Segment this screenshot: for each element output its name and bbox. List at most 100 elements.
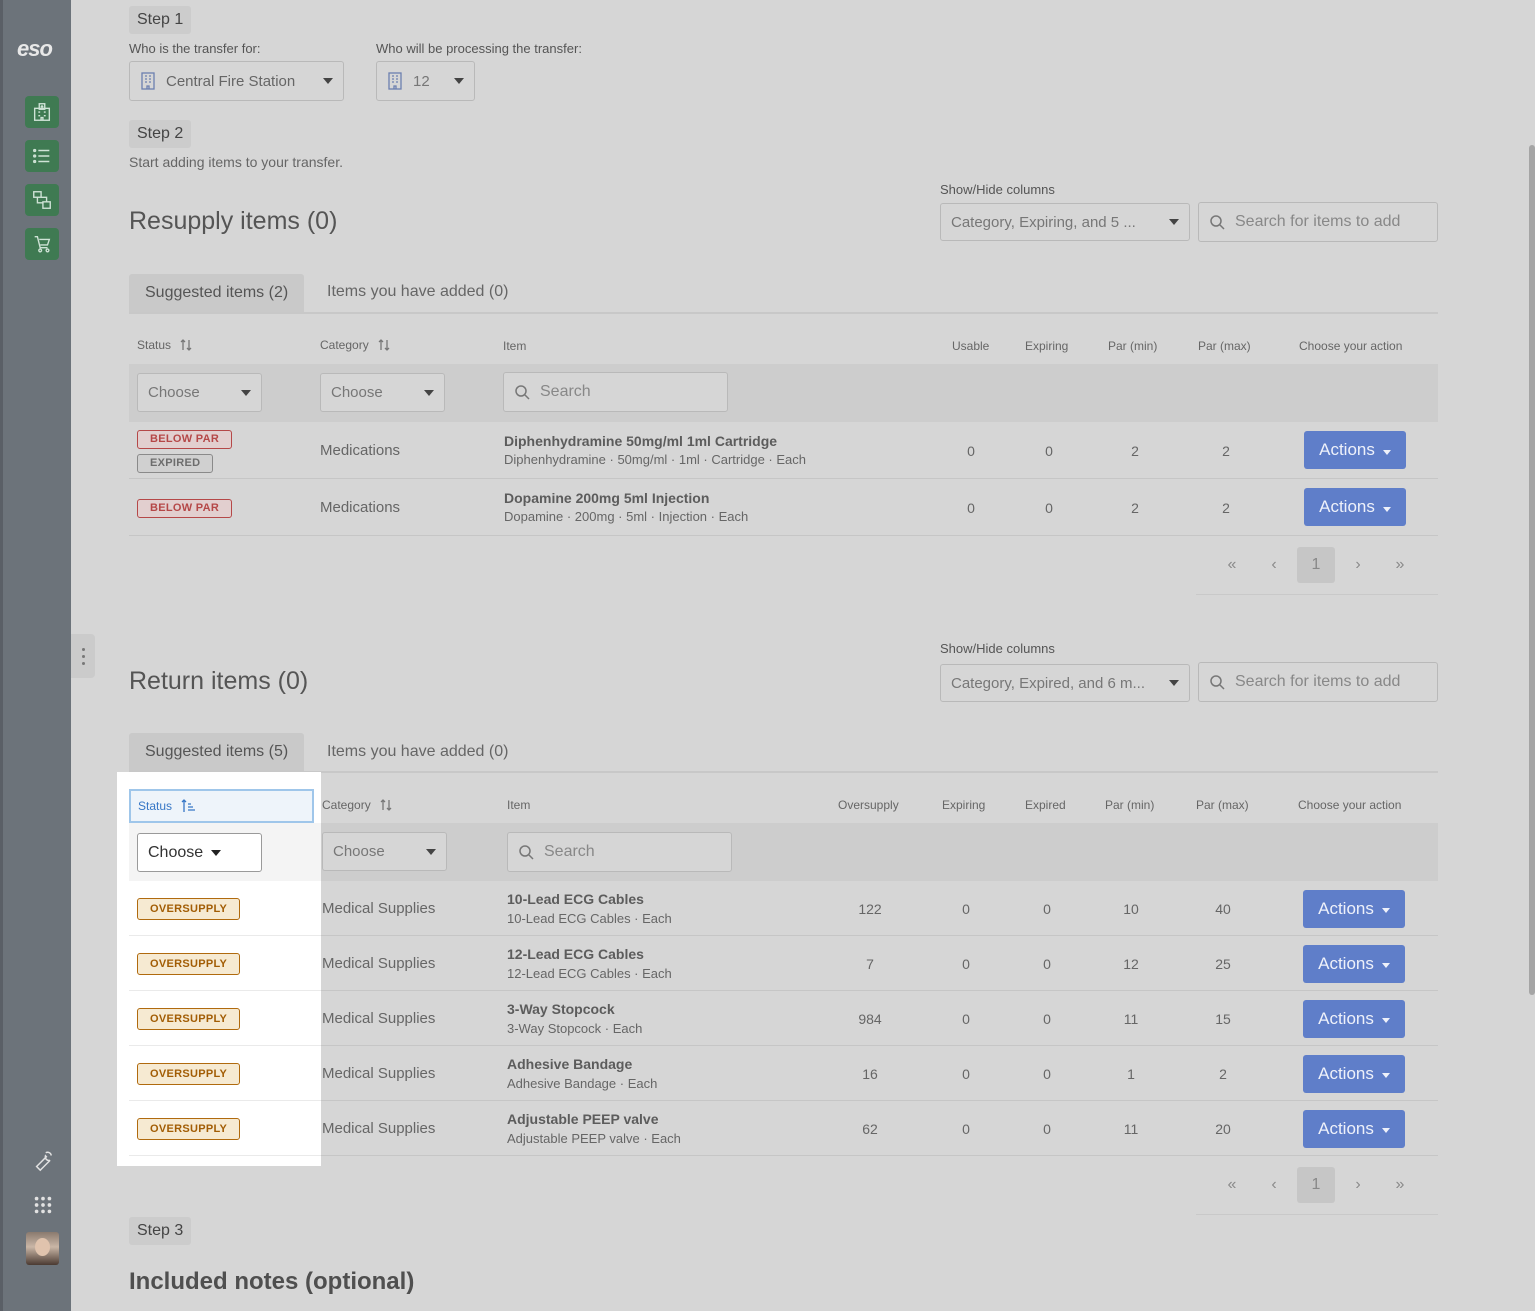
processing-select[interactable]: 12 (376, 61, 475, 101)
tab-resupply-added[interactable]: Items you have added (0) (311, 273, 524, 311)
return-add-search[interactable]: Search for items to add (1198, 662, 1438, 702)
apps-grid-icon[interactable] (29, 1191, 57, 1219)
th-status-label: Status (137, 338, 172, 352)
th-par-max: Par (max) (1196, 798, 1249, 812)
resupply-status-filter[interactable]: Choose (137, 373, 262, 412)
resupply-item-filter[interactable]: Search (503, 372, 728, 412)
return-item-filter[interactable]: Search (507, 832, 732, 872)
return-columns-label: Show/Hide columns (940, 641, 1055, 656)
actions-button[interactable]: Actions (1303, 889, 1405, 928)
th-status-label: Status (138, 799, 173, 813)
row-category: Medical Supplies (322, 899, 436, 917)
row-item-title: Dopamine 200mg 5ml Injection (504, 490, 710, 506)
th-status-sorted[interactable]: Status (129, 789, 314, 823)
resupply-category-filter[interactable]: Choose (320, 373, 445, 412)
row-divider (129, 1155, 321, 1156)
row-expiring: 0 (962, 1120, 970, 1137)
chevron-down-icon (424, 389, 434, 396)
actions-button[interactable]: Actions (1303, 944, 1405, 983)
last-page-button[interactable]: » (1379, 547, 1421, 583)
tab-return-suggested[interactable]: Suggested items (5) (129, 733, 305, 771)
actions-button[interactable]: Actions (1304, 431, 1406, 469)
actions-button[interactable]: Actions (1303, 1109, 1405, 1148)
th-item: Item (507, 798, 531, 812)
row-divider (129, 990, 321, 991)
page-number-button[interactable]: 1 (1297, 1167, 1335, 1203)
first-page-button[interactable]: « (1211, 1167, 1253, 1203)
return-columns-select[interactable]: Category, Expired, and 6 m... (940, 664, 1190, 702)
transfer-for-value: Central Fire Station (166, 72, 296, 90)
transfer-for-label: Who is the transfer for: (129, 41, 261, 56)
search-icon (1210, 675, 1225, 690)
building-icon (388, 72, 402, 90)
last-page-button[interactable]: » (1379, 1167, 1421, 1203)
status-badge: EXPIRED (137, 454, 214, 473)
status-badge: OVERSUPPLY (137, 1062, 241, 1085)
user-avatar[interactable] (26, 1232, 59, 1265)
next-page-button[interactable]: › (1337, 547, 1379, 583)
status-badge: BELOW PAR (137, 499, 233, 518)
th-par-max: Par (max) (1198, 339, 1251, 353)
next-page-button[interactable]: › (1337, 1167, 1379, 1203)
actions-button[interactable]: Actions (1304, 488, 1406, 526)
chevron-down-icon (241, 389, 251, 396)
row-par-max: 40 (1215, 900, 1231, 917)
prev-page-button[interactable]: ‹ (1253, 547, 1295, 583)
row-oversupply: 984 (858, 1010, 882, 1027)
th-par-min: Par (min) (1108, 339, 1158, 353)
status-badge: OVERSUPPLY (137, 1007, 241, 1030)
return-status-filter[interactable]: Choose (137, 833, 262, 872)
row-category: Medical Supplies (322, 954, 436, 972)
row-usable: 0 (967, 500, 975, 516)
chevron-down-icon (1169, 219, 1179, 225)
th-category[interactable]: Category (320, 338, 391, 352)
chevron-down-icon (1169, 680, 1179, 686)
row-item-subtitle: Adjustable PEEP valve · Each (507, 1130, 681, 1146)
tabs-divider (129, 312, 1438, 314)
actions-button[interactable]: Actions (1303, 1054, 1405, 1093)
row-par-max: 25 (1215, 955, 1231, 972)
resupply-columns-select[interactable]: Category, Expiring, and 5 ... (940, 203, 1190, 241)
th-status[interactable]: Status (137, 338, 193, 352)
sidebar-collapse-handle[interactable] (71, 634, 95, 678)
chevron-down-icon (211, 849, 222, 856)
row-item-subtitle: 3-Way Stopcock · Each (507, 1020, 643, 1036)
tab-return-added[interactable]: Items you have added (0) (311, 733, 524, 771)
hospital-grid-icon[interactable] (25, 96, 59, 128)
transfer-for-select[interactable]: Central Fire Station (129, 61, 344, 101)
tab-resupply-suggested[interactable]: Suggested items (2) (129, 274, 305, 312)
row-oversupply: 122 (858, 900, 882, 917)
transfer-icon[interactable] (25, 184, 59, 216)
return-add-search-placeholder: Search for items to add (1235, 673, 1401, 690)
row-usable: 0 (967, 443, 975, 459)
row-expired: 0 (1043, 1010, 1051, 1027)
wrench-icon[interactable] (29, 1147, 57, 1175)
row-category: Medical Supplies (322, 1064, 436, 1082)
row-par-min: 11 (1123, 1120, 1139, 1137)
prev-page-button[interactable]: ‹ (1253, 1167, 1295, 1203)
step-1-label: Step 1 (129, 6, 192, 34)
row-oversupply: 62 (862, 1120, 878, 1137)
th-category[interactable]: Category (322, 798, 393, 812)
row-divider (129, 1100, 321, 1101)
th-expiring: Expiring (942, 798, 986, 812)
cart-icon[interactable] (25, 228, 59, 260)
return-category-filter[interactable]: Choose (322, 832, 447, 871)
row-divider (129, 990, 1438, 991)
first-page-button[interactable]: « (1211, 547, 1253, 583)
page-number-button[interactable]: 1 (1297, 547, 1335, 583)
processing-value: 12 (413, 72, 430, 90)
search-icon (1210, 215, 1225, 230)
list-icon[interactable] (25, 140, 59, 172)
row-item-subtitle: Diphenhydramine · 50mg/ml · 1ml · Cartri… (504, 452, 806, 467)
resupply-add-search-placeholder: Search for items to add (1235, 213, 1401, 230)
chevron-down-icon (1382, 506, 1391, 512)
row-divider (129, 1100, 1438, 1101)
processing-label: Who will be processing the transfer: (376, 41, 582, 56)
sort-icon (380, 799, 392, 811)
actions-button[interactable]: Actions (1303, 999, 1405, 1038)
page-scrollbar[interactable] (1529, 145, 1535, 995)
row-divider (129, 935, 1438, 936)
resupply-add-search[interactable]: Search for items to add (1198, 202, 1438, 242)
row-item-subtitle: Dopamine · 200mg · 5ml · Injection · Eac… (504, 509, 749, 524)
